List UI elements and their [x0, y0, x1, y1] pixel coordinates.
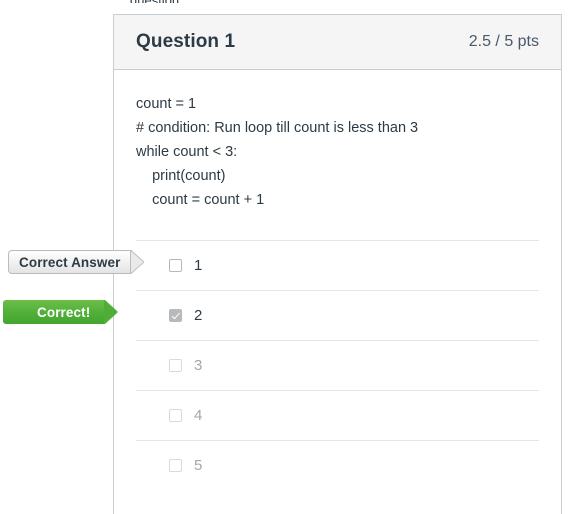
correct-banner-label: Correct!: [3, 300, 105, 324]
banner-arrow-icon: [104, 300, 118, 324]
answer-label: 4: [194, 407, 203, 424]
correct-banner: Correct!: [3, 300, 118, 324]
answer-row[interactable]: 2: [136, 290, 539, 340]
code-line: count = count + 1: [136, 192, 265, 208]
correct-answer-banner-label: Correct Answer: [8, 250, 131, 274]
answer-label: 1: [194, 257, 203, 274]
answer-label: 2: [194, 307, 203, 324]
page-title: Question 1: [136, 31, 236, 52]
correct-answer-banner: Correct Answer: [8, 250, 145, 274]
truncated-text-above-card: question: [130, 0, 330, 3]
code-block: count = 1 # condition: Run loop till coun…: [136, 92, 539, 212]
question-card: Question 1 2.5 / 5 pts count = 1 # condit…: [113, 14, 562, 514]
code-line: count = 1: [136, 96, 197, 112]
answer-row[interactable]: 5: [136, 440, 539, 490]
code-line: print(count): [136, 168, 226, 184]
answer-list: 1 2 3 4 5: [114, 240, 561, 490]
answer-row[interactable]: 3: [136, 340, 539, 390]
checkbox-unchecked-icon[interactable]: [169, 459, 182, 472]
code-line: # condition: Run loop till count is less…: [136, 120, 419, 136]
answer-row[interactable]: 4: [136, 390, 539, 440]
checkbox-unchecked-icon[interactable]: [169, 409, 182, 422]
banner-arrow-icon: [130, 250, 145, 274]
answer-row[interactable]: 1: [136, 240, 539, 290]
checkbox-unchecked-icon[interactable]: [169, 259, 182, 272]
checkbox-unchecked-icon[interactable]: [169, 359, 182, 372]
checkbox-checked-icon[interactable]: [169, 309, 182, 322]
code-line: while count < 3:: [136, 144, 238, 160]
question-points: 2.5 / 5 pts: [468, 33, 539, 50]
answer-label: 3: [194, 357, 203, 374]
question-body: count = 1 # condition: Run loop till coun…: [114, 70, 561, 218]
question-header: Question 1 2.5 / 5 pts: [114, 15, 561, 70]
answer-label: 5: [194, 457, 203, 474]
